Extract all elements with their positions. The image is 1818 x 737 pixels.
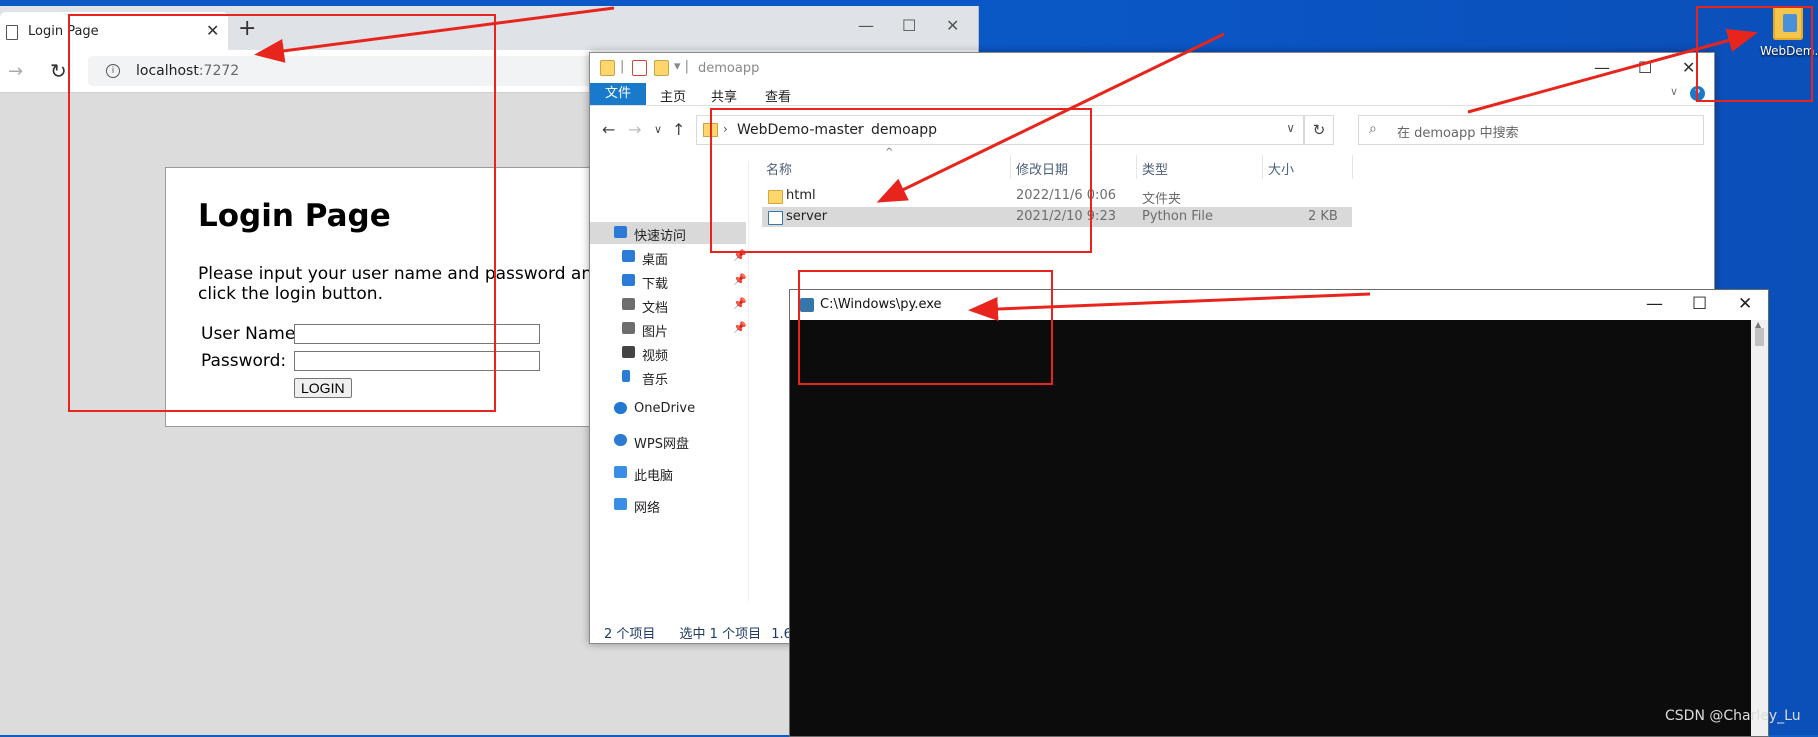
annotation-arrows [254, 6, 1758, 322]
watermark-text: CSDN @Charley_Lu [1665, 708, 1801, 724]
arrow-to-console [968, 292, 1371, 322]
arrow-to-desktop-icon [1467, 28, 1758, 114]
arrow-to-path [876, 32, 1225, 203]
arrow-to-url [254, 6, 615, 63]
